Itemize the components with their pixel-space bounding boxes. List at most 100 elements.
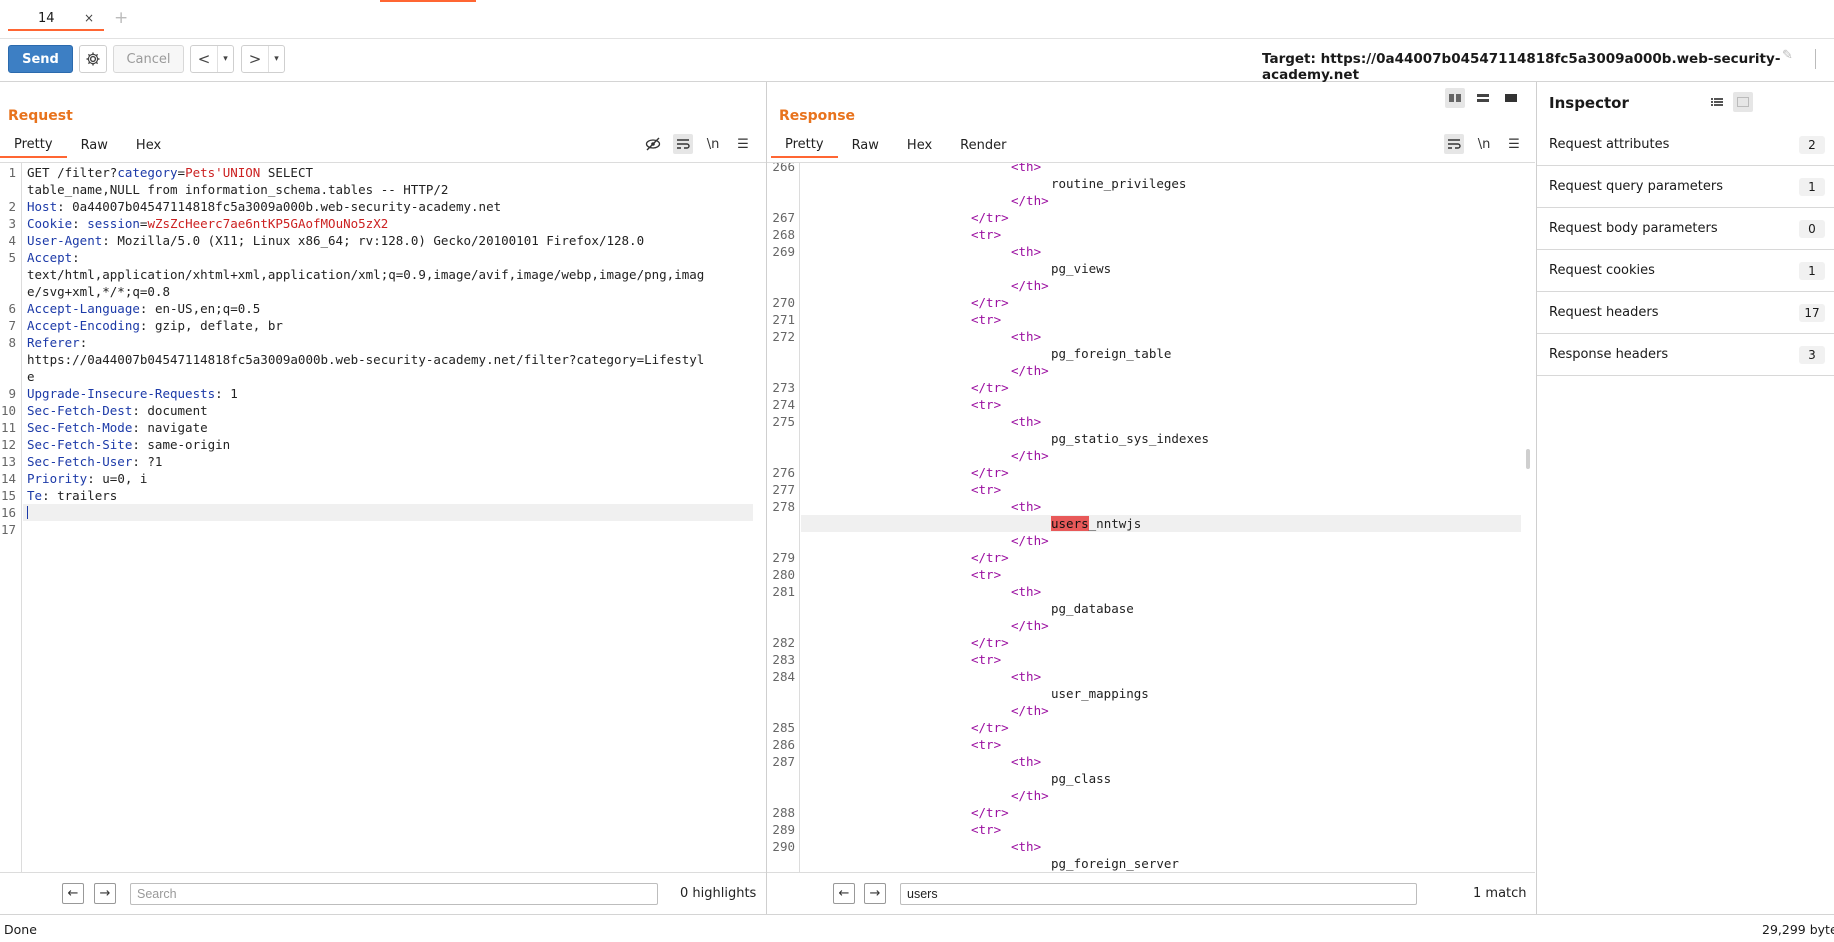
count-badge: 1 xyxy=(1799,177,1825,196)
chevron-down-icon[interactable]: ▾ xyxy=(268,46,284,72)
tab-raw[interactable]: Raw xyxy=(838,132,893,158)
close-icon[interactable]: × xyxy=(84,11,94,25)
line-number: 4 xyxy=(8,233,16,248)
response-line: <th> xyxy=(1011,754,1042,769)
panel-view-icon[interactable] xyxy=(1733,92,1753,112)
inspector-section[interactable]: Request cookies 1 xyxy=(1537,250,1834,292)
response-line: </tr> xyxy=(971,295,1009,310)
forward-button[interactable]: > ▾ xyxy=(241,45,285,73)
current-line-highlight xyxy=(801,515,1521,532)
line-number: 269 xyxy=(772,244,795,259)
split-rows-icon[interactable] xyxy=(1473,88,1493,108)
request-search-input[interactable] xyxy=(130,883,658,905)
count-badge: 1 xyxy=(1799,261,1825,280)
count-badge: 2 xyxy=(1799,135,1825,154)
tab-raw[interactable]: Raw xyxy=(67,132,122,158)
inspector-section[interactable]: Request attributes 2 xyxy=(1537,124,1834,166)
request-line: e/svg+xml,*/*;q=0.8 xyxy=(27,284,170,299)
line-number: 283 xyxy=(772,652,795,667)
line-number: 284 xyxy=(772,669,795,684)
line-number: 274 xyxy=(772,397,795,412)
request-editor[interactable]: 1 GET /filter?category=Pets'UNION SELECT t… xyxy=(0,162,766,872)
inspector-section[interactable]: Request query parameters 1 xyxy=(1537,166,1834,208)
response-search-input[interactable] xyxy=(900,883,1417,905)
newline-icon[interactable]: \n xyxy=(703,134,723,154)
wrap-lines-icon[interactable] xyxy=(1444,134,1464,154)
line-number: 276 xyxy=(772,465,795,480)
cancel-button[interactable]: Cancel xyxy=(113,45,184,73)
add-tab-icon[interactable]: + xyxy=(114,8,128,28)
request-line: table_name,NULL from information_schema.… xyxy=(27,182,449,197)
next-match-button[interactable]: → xyxy=(94,883,116,904)
settings-button[interactable] xyxy=(79,45,107,73)
list-view-icon[interactable] xyxy=(1707,92,1727,112)
line-number: 17 xyxy=(0,522,16,537)
prev-match-button[interactable]: ← xyxy=(62,883,84,904)
response-line: pg_foreign_table xyxy=(1051,346,1172,361)
tab-hex[interactable]: Hex xyxy=(893,132,946,158)
line-number xyxy=(767,362,795,379)
response-size: 29,299 bytes xyxy=(1762,922,1834,937)
layout-toggle xyxy=(1445,88,1521,108)
request-line: Sec-Fetch-User: ?1 xyxy=(27,454,163,469)
response-line: <th> xyxy=(1011,244,1042,259)
request-line: Cookie: session=wZsZcHeerc7ae6ntKP5GAofM… xyxy=(27,216,389,231)
inspector-section[interactable]: Response headers 3 xyxy=(1537,334,1834,376)
inspector-section-label: Request body parameters xyxy=(1549,221,1718,236)
send-button[interactable]: Send xyxy=(8,45,73,73)
line-number xyxy=(767,770,795,787)
line-number: 16 xyxy=(0,505,16,520)
menu-icon[interactable]: ☰ xyxy=(1504,134,1524,154)
line-number: 289 xyxy=(772,822,795,837)
response-line: <th> xyxy=(1011,584,1042,599)
tab-hex[interactable]: Hex xyxy=(122,132,175,158)
menu-icon[interactable]: ☰ xyxy=(733,134,753,154)
wrap-lines-icon[interactable] xyxy=(673,134,693,154)
response-line: </th> xyxy=(1011,363,1049,378)
split-columns-icon[interactable] xyxy=(1445,88,1465,108)
request-pane: Request Pretty Raw Hex \n ☰ 1 GET /filter… xyxy=(0,82,766,914)
pencil-icon[interactable]: ✎ xyxy=(1782,48,1793,63)
response-editor[interactable]: 266 <th> routine_privileges </th> 267 </tr> 26… xyxy=(767,162,1535,872)
line-number xyxy=(0,351,16,368)
response-line: </tr> xyxy=(971,805,1009,820)
hide-eye-icon[interactable] xyxy=(643,134,663,154)
single-pane-icon[interactable] xyxy=(1501,88,1521,108)
response-line: </th> xyxy=(1011,788,1049,803)
scrollbar-thumb[interactable] xyxy=(1526,449,1530,469)
line-number: 12 xyxy=(0,437,16,452)
response-line: </th> xyxy=(1011,618,1049,633)
back-button[interactable]: < ▾ xyxy=(190,45,234,73)
response-line: </th> xyxy=(1011,193,1049,208)
response-line: pg_class xyxy=(1051,771,1112,786)
line-number: 277 xyxy=(772,482,795,497)
response-line: <th> xyxy=(1011,329,1042,344)
newline-icon[interactable]: \n xyxy=(1474,134,1494,154)
response-line: <th> xyxy=(1011,669,1042,684)
tab-pretty[interactable]: Pretty xyxy=(771,132,838,158)
line-number: 282 xyxy=(772,635,795,650)
line-number xyxy=(767,515,795,532)
line-number: 271 xyxy=(772,312,795,327)
line-number xyxy=(767,175,795,192)
inspector-section[interactable]: Request body parameters 0 xyxy=(1537,208,1834,250)
tab-render[interactable]: Render xyxy=(946,132,1020,158)
response-line: </tr> xyxy=(971,210,1009,225)
response-line: <tr> xyxy=(971,227,1002,242)
toolbar: Send Cancel < ▾ > ▾ Target: https://0a44… xyxy=(0,38,1834,83)
tab-pretty[interactable]: Pretty xyxy=(0,132,67,158)
prev-match-button[interactable]: ← xyxy=(833,883,855,904)
line-number xyxy=(767,447,795,464)
inspector-section[interactable]: Request headers 17 xyxy=(1537,292,1834,334)
inspector-section-label: Request cookies xyxy=(1549,263,1655,278)
line-number: 285 xyxy=(772,720,795,735)
line-number: 267 xyxy=(772,210,795,225)
line-number xyxy=(767,685,795,702)
target-url[interactable]: Target: https://0a44007b04547114818fc5a3… xyxy=(1262,51,1834,83)
repeater-tab[interactable]: 14 × xyxy=(8,7,104,31)
response-line: users_nntwjs xyxy=(1051,516,1142,531)
chevron-down-icon[interactable]: ▾ xyxy=(217,46,233,72)
response-line: </tr> xyxy=(971,635,1009,650)
next-match-button[interactable]: → xyxy=(864,883,886,904)
response-line: pg_foreign_server xyxy=(1051,856,1179,871)
